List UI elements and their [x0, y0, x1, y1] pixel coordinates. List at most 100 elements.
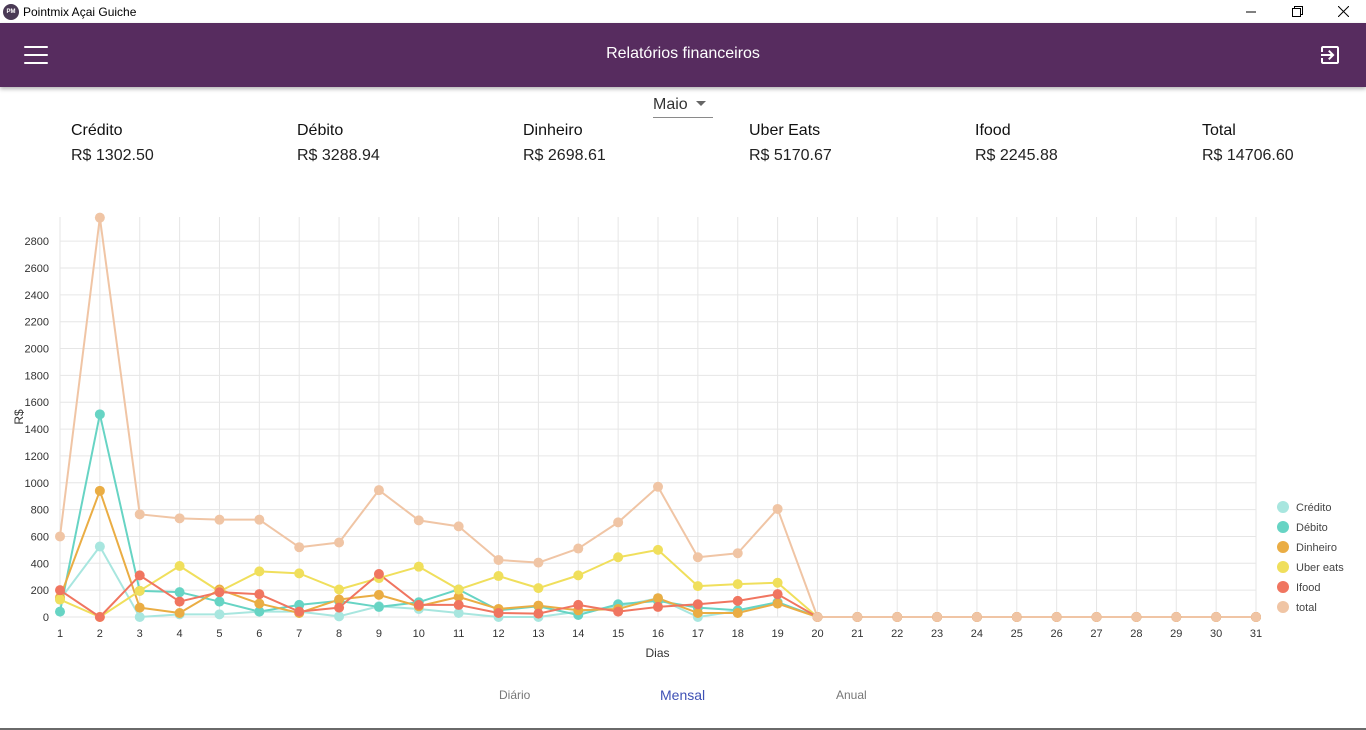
window-controls: [1228, 0, 1366, 23]
data-point: [772, 577, 783, 588]
data-point: [55, 606, 65, 617]
close-icon: [1337, 6, 1349, 17]
data-point: [971, 612, 982, 622]
data-point: [573, 570, 584, 581]
y-tick-label: 200: [31, 585, 49, 597]
data-point: [214, 596, 225, 607]
y-tick-label: 1200: [25, 451, 49, 463]
y-tick-label: 2800: [25, 236, 49, 248]
data-point: [1131, 612, 1142, 622]
app-logo-icon: PM: [3, 3, 19, 20]
data-point: [373, 569, 384, 580]
data-point: [373, 485, 384, 496]
restore-button[interactable]: [1274, 0, 1320, 23]
x-tick-label: 31: [1250, 628, 1262, 640]
data-point: [772, 503, 783, 514]
window-title: Pointmix Açai Guiche: [23, 4, 137, 19]
x-tick-label: 22: [891, 628, 903, 640]
data-point: [334, 584, 345, 595]
x-axis-label: Dias: [645, 646, 669, 660]
y-tick-label: 2600: [25, 263, 49, 275]
x-tick-label: 10: [413, 628, 425, 640]
month-select[interactable]: Maio: [653, 93, 713, 118]
x-tick-label: 11: [453, 628, 464, 640]
logout-button[interactable]: [1318, 43, 1342, 67]
data-point: [174, 587, 185, 598]
tab-anual[interactable]: Anual: [836, 688, 867, 702]
legend-marker: [1277, 521, 1289, 533]
data-point: [94, 612, 105, 622]
data-point: [334, 602, 345, 613]
data-point: [493, 571, 504, 582]
y-axis-label: R$: [12, 409, 26, 425]
legend-marker: [1277, 561, 1289, 573]
stat-debito: Débito R$ 3288.94: [297, 122, 497, 165]
data-point: [1211, 612, 1222, 622]
stat-label: Uber Eats: [749, 122, 821, 139]
legend-label: Crédito: [1296, 502, 1331, 514]
data-point: [294, 542, 305, 553]
data-point: [493, 554, 504, 565]
y-tick-label: 800: [31, 505, 49, 517]
data-point: [653, 544, 663, 555]
data-point: [174, 560, 185, 571]
x-tick-label: 14: [572, 628, 584, 640]
x-tick-label: 16: [652, 628, 664, 640]
x-tick-label: 24: [971, 628, 983, 640]
tab-mensal[interactable]: Mensal: [660, 687, 705, 703]
data-point: [55, 585, 65, 596]
period-tabs: Diário Mensal Anual: [0, 687, 1366, 712]
data-point: [334, 537, 345, 548]
data-point: [55, 531, 65, 542]
data-point: [533, 583, 544, 594]
stat-uber-eats: Uber Eats R$ 5170.67: [749, 122, 949, 165]
data-point: [334, 611, 345, 622]
close-button[interactable]: [1320, 0, 1366, 23]
legend-marker: [1277, 581, 1289, 593]
x-tick-label: 6: [256, 628, 262, 640]
stat-label: Total: [1202, 122, 1236, 139]
y-tick-label: 0: [43, 612, 49, 624]
data-point: [214, 609, 225, 620]
data-point: [373, 601, 384, 612]
data-point: [533, 608, 544, 619]
data-point: [94, 541, 105, 552]
y-tick-label: 2000: [25, 344, 49, 356]
minimize-button[interactable]: [1228, 0, 1274, 23]
x-tick-label: 27: [1090, 628, 1102, 640]
data-point: [55, 594, 65, 605]
x-tick-label: 9: [376, 628, 382, 640]
data-point: [1171, 612, 1182, 622]
data-point: [692, 552, 703, 563]
data-point: [453, 584, 464, 595]
data-point: [732, 579, 743, 590]
data-point: [573, 543, 584, 554]
line-chart: 0200400600800100012001400160018002000220…: [12, 212, 1344, 660]
data-point: [732, 595, 743, 606]
y-tick-label: 1800: [25, 370, 49, 382]
stat-value: R$ 2245.88: [975, 147, 1058, 164]
data-point: [692, 599, 703, 610]
x-tick-label: 8: [336, 628, 342, 640]
data-point: [254, 589, 265, 600]
data-point: [94, 409, 105, 420]
data-point: [214, 514, 225, 525]
data-point: [692, 581, 703, 592]
y-tick-label: 600: [31, 531, 49, 543]
data-point: [134, 570, 145, 581]
data-point: [294, 568, 305, 579]
data-point: [812, 612, 823, 622]
data-point: [852, 612, 863, 622]
x-tick-label: 21: [851, 628, 863, 640]
data-point: [373, 589, 384, 600]
data-point: [453, 521, 464, 532]
x-tick-label: 25: [1011, 628, 1023, 640]
data-point: [294, 606, 305, 617]
y-tick-label: 1000: [25, 478, 49, 490]
minimize-icon: [1246, 11, 1256, 12]
data-point: [613, 606, 624, 617]
tab-diario[interactable]: Diário: [499, 688, 530, 702]
x-tick-label: 4: [177, 628, 183, 640]
data-point: [732, 607, 743, 618]
chevron-down-icon: [696, 101, 706, 106]
